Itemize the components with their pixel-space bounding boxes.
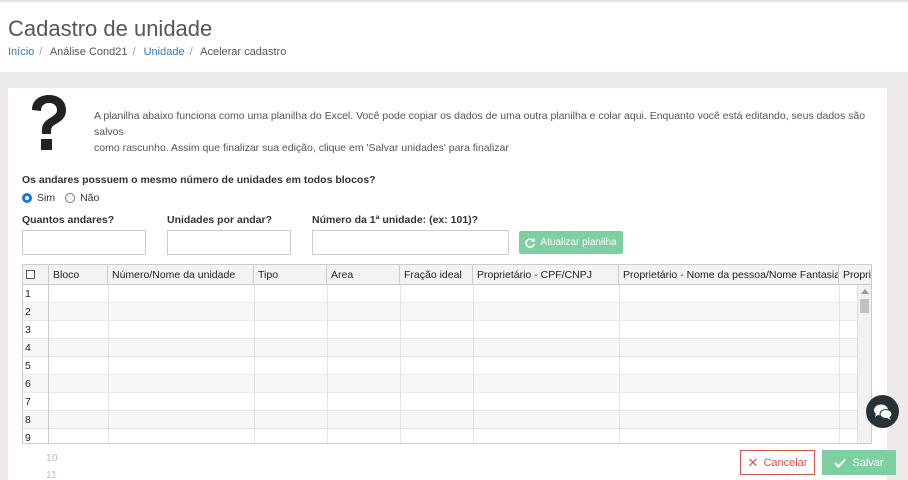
column-divider [473,285,474,443]
breadcrumb-inicio[interactable]: Início [8,46,34,58]
chat-button[interactable] [866,395,899,428]
spreadsheet-grid[interactable]: Bloco Número/Nome da unidade Tipo Area F… [22,264,872,444]
update-sheet-label: Atualizar planilha [540,237,617,248]
floors-label: Quantos andares? [22,214,115,226]
row-number: 2 [23,303,49,321]
row-number: 1 [23,285,49,303]
floors-input[interactable] [22,230,146,255]
table-row[interactable]: 2 [23,303,859,321]
info-line: A planilha abaixo funciona como uma plan… [94,110,866,138]
breadcrumb: Início / Análise Cond21 / Unidade / Acelera… [8,46,286,58]
cancel-button[interactable]: ✕ Cancelar [740,450,815,475]
scroll-thumb[interactable] [860,299,869,313]
table-row[interactable]: 1 [23,285,859,303]
row-number: 11 [46,469,57,480]
refresh-icon [525,237,536,248]
page-header: Cadastro de unidade Início / Análise Cond… [0,0,908,72]
column-divider [619,285,620,443]
breadcrumb-separator: / [189,46,193,58]
grid-body[interactable]: 1 2 3 4 5 6 7 8 9 [23,285,871,443]
save-button[interactable]: Salvar [822,450,896,475]
table-row[interactable]: 8 [23,411,859,429]
column-header[interactable]: Tipo [254,265,327,285]
radio-sim[interactable] [22,193,32,203]
column-header[interactable]: Area [327,265,400,285]
radio-group: Sim Não [22,192,109,204]
column-header[interactable]: Bloco [49,265,108,285]
check-icon [834,458,847,468]
grid-header: Bloco Número/Nome da unidade Tipo Area F… [23,265,871,285]
breadcrumb-analise: Análise Cond21 [49,46,128,58]
column-divider [108,285,109,443]
column-header[interactable]: Fração ideal [400,265,473,285]
info-line: como rascunho. Assim que finalizar sua e… [94,142,509,154]
breadcrumb-separator: / [39,46,43,58]
breadcrumb-current: Acelerar cadastro [200,46,287,58]
floors-question: Os andares possuem o mesmo número de uni… [22,174,376,186]
save-label: Salvar [852,456,884,469]
page-title: Cadastro de unidade [8,16,213,41]
units-input[interactable] [167,230,291,255]
question-mark-icon [32,95,66,150]
table-row[interactable]: 6 [23,375,859,393]
radio-nao[interactable] [65,193,76,203]
close-icon: ✕ [747,454,759,470]
table-row[interactable]: 3 [23,321,859,339]
radio-sim-label[interactable]: Sim [37,192,55,204]
column-header[interactable]: Proprietário - Nome da pessoa/Nome Fanta… [619,265,839,285]
row-number: 10 [46,452,58,464]
select-all-checkbox[interactable] [26,270,35,279]
table-row[interactable]: 5 [23,357,859,375]
column-divider [254,285,255,443]
chat-icon [873,404,892,420]
table-row[interactable]: 7 [23,393,859,411]
breadcrumb-separator: / [132,46,136,58]
breadcrumb-unidade[interactable]: Unidade [144,46,185,58]
table-row[interactable]: 9 [23,429,859,443]
row-number: 9 [23,429,49,443]
row-number: 5 [23,357,49,375]
row-number: 6 [23,375,49,393]
column-header[interactable]: Propriet [839,265,871,285]
update-sheet-button[interactable]: Atualizar planilha [519,231,623,254]
column-header[interactable]: Proprietário - CPF/CNPJ [473,265,619,285]
radio-nao-label[interactable]: Não [80,192,99,204]
select-all-cell[interactable] [23,265,49,285]
column-divider [400,285,401,443]
column-divider [839,285,840,443]
column-header[interactable]: Número/Nome da unidade [108,265,254,285]
row-number: 8 [23,411,49,429]
row-number: 3 [23,321,49,339]
row-number: 4 [23,339,49,357]
first-unit-input[interactable] [312,230,509,255]
table-row[interactable]: 4 [23,339,859,357]
scroll-up-icon[interactable] [861,289,869,294]
info-text: A planilha abaixo funciona como uma plan… [94,108,874,156]
units-label: Unidades por andar? [167,214,273,226]
first-unit-label: Número da 1ª unidade: (ex: 101)? [312,214,479,226]
cancel-label: Cancelar [763,456,808,469]
column-divider [327,285,328,443]
row-number: 7 [23,393,49,411]
